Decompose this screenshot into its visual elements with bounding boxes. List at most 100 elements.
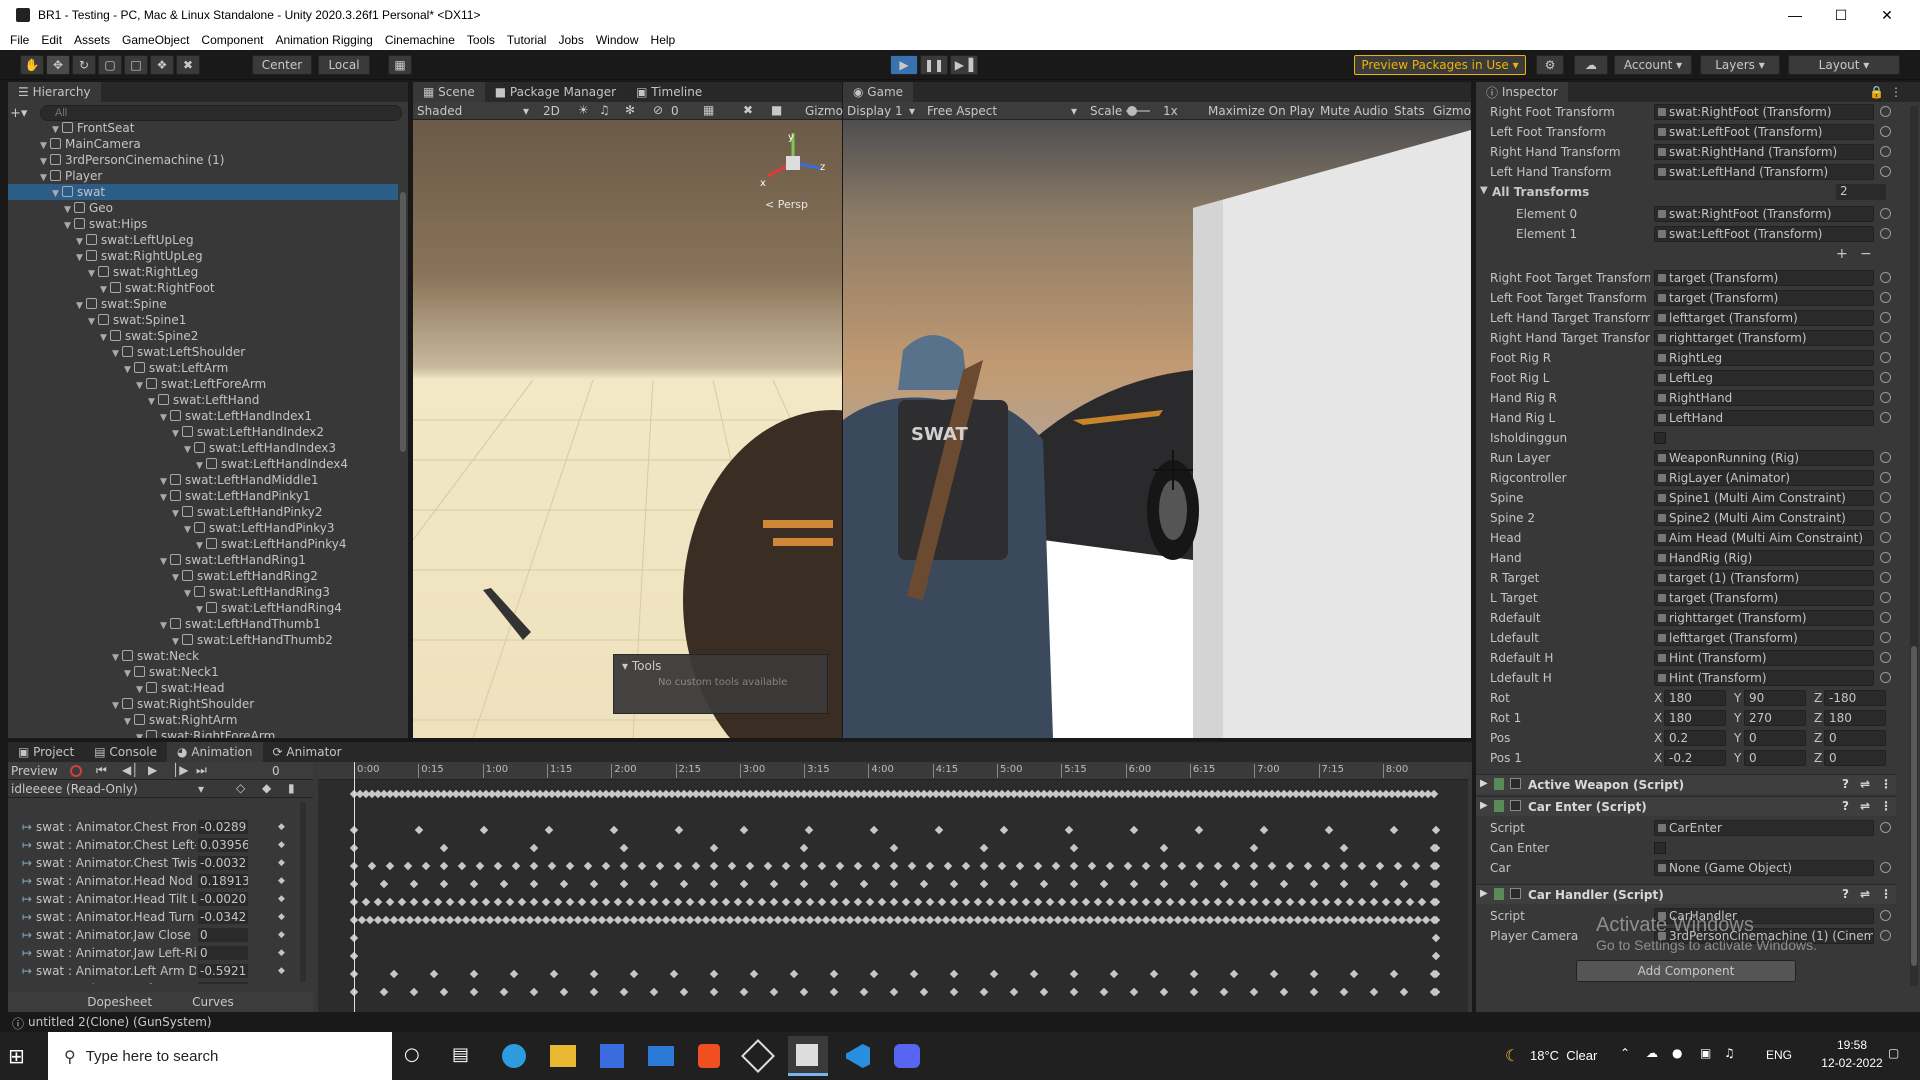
hierarchy-item[interactable]: ▼ swat:Spine1 — [8, 312, 398, 328]
keyframe[interactable] — [661, 897, 671, 907]
dopesheet-timeline[interactable]: 0:00 0:15 1:00 1:15 2:00 2:15 3:00 3:15 4:00 4:15… — [318, 762, 1468, 1012]
keyframe[interactable] — [469, 897, 479, 907]
keyframe[interactable] — [529, 843, 539, 853]
object-field[interactable]: lefttarget (Transform) — [1654, 310, 1874, 326]
rect-tool-icon[interactable]: □ — [124, 55, 148, 75]
keyframe[interactable] — [885, 915, 895, 925]
hierarchy-item[interactable]: ▼ swat:LeftHandThumb2 — [8, 632, 398, 648]
keyframe[interactable] — [381, 915, 391, 925]
object-picker-icon[interactable] — [1880, 862, 1891, 873]
object-field[interactable]: righttarget (Transform) — [1654, 610, 1874, 626]
field-checkbox[interactable] — [1654, 842, 1666, 854]
keyframe[interactable] — [943, 861, 953, 871]
keyframe[interactable] — [1399, 879, 1409, 889]
edge-icon[interactable] — [502, 1044, 526, 1068]
keyframe[interactable] — [1393, 861, 1403, 871]
keyframe[interactable] — [685, 915, 695, 925]
object-field[interactable]: None (Game Object) — [1654, 860, 1874, 876]
custom-tool-icon[interactable]: ✖ — [176, 55, 200, 75]
keyframe[interactable] — [679, 879, 689, 889]
keyframe[interactable] — [725, 915, 735, 925]
hierarchy-item[interactable]: ▼ swat:LeftHandRing4 — [8, 600, 398, 616]
keyframe[interactable] — [1069, 897, 1079, 907]
preview-toggle[interactable]: Preview — [11, 764, 58, 778]
keyframe[interactable] — [629, 915, 639, 925]
keyframe[interactable] — [1321, 861, 1331, 871]
object-picker-icon[interactable] — [1880, 612, 1891, 623]
object-picker-icon[interactable] — [1880, 392, 1891, 403]
keyframe[interactable] — [1219, 987, 1229, 997]
keyframe[interactable] — [361, 897, 371, 907]
keyframe[interactable] — [925, 915, 935, 925]
file-explorer-icon[interactable] — [550, 1045, 576, 1067]
menu-assets[interactable]: Assets — [68, 33, 116, 47]
keyframe[interactable] — [901, 915, 911, 925]
tray-monitor-icon[interactable]: ▣ — [1700, 1046, 1711, 1060]
keyframe[interactable] — [937, 897, 947, 907]
foldout-arrow-icon[interactable]: ▶ — [1480, 778, 1488, 789]
hierarchy-item[interactable]: ▼ swat:RightForeArm — [8, 728, 398, 738]
hierarchy-item[interactable]: ▼ Player — [8, 168, 398, 184]
keyframe[interactable] — [1085, 915, 1095, 925]
keyframe[interactable] — [789, 915, 799, 925]
keyframe[interactable] — [1125, 915, 1135, 925]
keyframe[interactable] — [674, 825, 684, 835]
keyframe[interactable] — [379, 987, 389, 997]
object-field[interactable]: swat:LeftHand (Transform) — [1654, 164, 1874, 180]
curve-key-icon[interactable]: ◆ — [278, 908, 285, 926]
keyframe[interactable] — [979, 843, 989, 853]
keyframe[interactable] — [781, 897, 791, 907]
keyframe[interactable] — [1159, 861, 1169, 871]
keyframe[interactable] — [414, 825, 424, 835]
keyframe[interactable] — [1333, 915, 1343, 925]
keyframe[interactable] — [1285, 897, 1295, 907]
grid-snap-icon[interactable]: ▦ — [388, 55, 412, 75]
keyframe[interactable] — [933, 915, 943, 925]
keyframe[interactable] — [1393, 897, 1403, 907]
hierarchy-item[interactable]: ▼ swat:LeftHandPinky3 — [8, 520, 398, 536]
keyframe[interactable] — [1373, 915, 1383, 925]
curve-value-field[interactable]: -0.0032 — [198, 856, 248, 870]
create-add-icon[interactable]: +▾ — [10, 106, 40, 121]
unity-editor-taskbar-button[interactable] — [788, 1036, 828, 1076]
keyframe[interactable] — [1225, 897, 1235, 907]
keyframe[interactable] — [1411, 861, 1421, 871]
collab-icon[interactable]: ⚙ — [1536, 55, 1564, 75]
object-picker-icon[interactable] — [1880, 106, 1891, 117]
dopesheet-tab[interactable]: Dopesheet — [87, 995, 152, 1009]
pivot-center-button[interactable]: Center — [252, 55, 312, 75]
keyframe[interactable] — [1413, 915, 1423, 925]
keyframe[interactable] — [1105, 861, 1115, 871]
array-size-field[interactable]: 2 — [1836, 184, 1886, 200]
keyframe[interactable] — [649, 879, 659, 889]
keyframe[interactable] — [821, 915, 831, 925]
axis-z-field[interactable]: 180 — [1824, 710, 1886, 726]
keyframe[interactable] — [517, 897, 527, 907]
keyframe[interactable] — [1129, 987, 1139, 997]
game-viewport[interactable]: SWAT — [843, 120, 1471, 738]
inspector-scroll-thumb[interactable] — [1911, 646, 1917, 966]
keyframe[interactable] — [1375, 861, 1385, 871]
keyframe[interactable] — [1029, 915, 1039, 925]
keyframe[interactable] — [499, 987, 509, 997]
keyframe[interactable] — [965, 915, 975, 925]
curve-key-icon[interactable]: ◆ — [278, 980, 285, 984]
keyframe[interactable] — [1051, 861, 1061, 871]
foldout-arrow-icon[interactable]: ▶ — [1480, 888, 1488, 899]
keyframe[interactable] — [1009, 897, 1019, 907]
object-picker-icon[interactable] — [1880, 452, 1891, 463]
effects-icon[interactable]: ✻ — [625, 103, 635, 117]
hierarchy-item[interactable]: ▼ swat:LeftHandIndex3 — [8, 440, 398, 456]
menu-file[interactable]: File — [0, 33, 35, 47]
keyframe[interactable] — [981, 915, 991, 925]
object-field[interactable]: target (Transform) — [1654, 590, 1874, 606]
keyframe[interactable] — [889, 843, 899, 853]
keyframe[interactable] — [1301, 915, 1311, 925]
tab-hierarchy[interactable]: ☰ Hierarchy — [8, 82, 101, 102]
menu-window[interactable]: Window — [590, 33, 645, 47]
keyframe[interactable] — [919, 879, 929, 889]
keyframe[interactable] — [613, 915, 623, 925]
keyframe[interactable] — [1417, 897, 1427, 907]
keyframe[interactable] — [619, 861, 629, 871]
keyframe[interactable] — [429, 915, 439, 925]
